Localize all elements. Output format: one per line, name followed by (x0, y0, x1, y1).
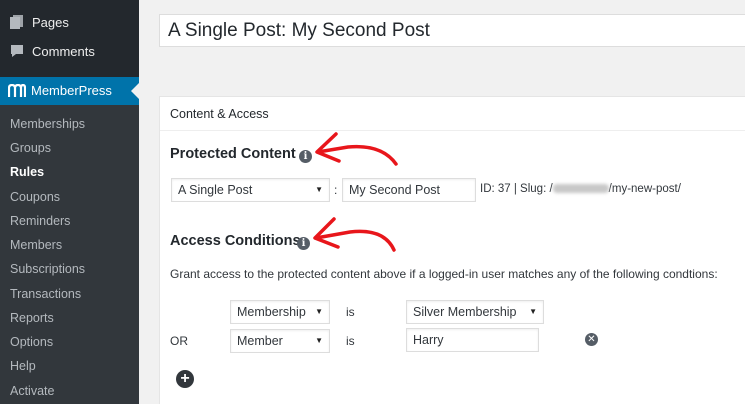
comments-icon (11, 45, 23, 57)
dropdown-arrow-icon: ▼ (315, 307, 323, 316)
select-value: Member (237, 334, 283, 348)
select-value: Silver Membership (413, 305, 517, 319)
submenu-item-activate[interactable]: Activate (10, 384, 54, 398)
separator: : (334, 183, 338, 197)
pages-icon (10, 15, 23, 29)
access-conditions-title: Access Conditions (170, 233, 301, 249)
select-value: A Single Post (178, 183, 253, 197)
sidebar-item-comments[interactable]: Comments (0, 37, 139, 65)
post-id-slug: ID: 37 | Slug: / /my-new-post/ (480, 183, 681, 195)
submenu-item-reminders[interactable]: Reminders (10, 214, 70, 228)
submenu-item-subscriptions[interactable]: Subscriptions (10, 262, 85, 276)
condition-value-select[interactable]: Silver Membership ▼ (406, 300, 544, 324)
admin-sidebar: Pages Comments MemberPress Memberships G… (0, 0, 139, 404)
add-condition-icon[interactable]: + (176, 370, 194, 388)
red-arrow-annotation-icon (313, 217, 396, 252)
post-title-input[interactable]: My Second Post (342, 178, 476, 202)
sidebar-item-pages[interactable]: Pages (0, 8, 139, 36)
condition-type-select[interactable]: Member ▼ (230, 329, 330, 353)
remove-condition-icon[interactable]: ✕ (585, 333, 598, 346)
panel-title: Content & Access (170, 107, 269, 121)
input-value: Harry (413, 333, 444, 347)
submenu-item-members[interactable]: Members (10, 238, 62, 252)
sidebar-item-label: MemberPress (31, 83, 112, 98)
dropdown-arrow-icon: ▼ (315, 336, 323, 345)
sidebar-item-memberpress[interactable]: MemberPress (0, 77, 139, 105)
condition-type-select[interactable]: Membership ▼ (230, 300, 330, 324)
submenu-item-transactions[interactable]: Transactions (10, 287, 81, 301)
condition-operator: is (346, 305, 355, 319)
red-arrow-annotation-icon (315, 132, 398, 166)
memberpress-submenu: Memberships Groups Rules Coupons Reminde… (0, 105, 139, 404)
protected-content-title: Protected Content (170, 146, 296, 162)
submenu-item-rules[interactable]: Rules (10, 165, 44, 179)
sidebar-item-label: Comments (32, 43, 95, 59)
submenu-item-options[interactable]: Options (10, 335, 53, 349)
content-type-select[interactable]: A Single Post ▼ (171, 178, 330, 202)
access-conditions-description: Grant access to the protected content ab… (170, 267, 718, 281)
or-label: OR (170, 334, 188, 348)
condition-value-input[interactable]: Harry (406, 328, 539, 352)
memberpress-logo-icon (8, 84, 26, 97)
blurred-slug-date (552, 184, 609, 194)
slug-suffix: /my-new-post/ (608, 183, 681, 195)
submenu-item-groups[interactable]: Groups (10, 141, 51, 155)
condition-operator: is (346, 334, 355, 348)
input-value: My Second Post (349, 183, 441, 197)
info-icon[interactable]: i (299, 150, 312, 163)
info-icon[interactable]: i (297, 237, 310, 250)
dropdown-arrow-icon: ▼ (315, 185, 323, 194)
id-slug-text: ID: 37 | Slug: / (480, 183, 553, 195)
submenu-item-memberships[interactable]: Memberships (10, 117, 85, 131)
sidebar-item-label: Pages (32, 14, 69, 30)
content-access-panel: Content & Access Protected Content i A S… (159, 96, 745, 404)
dropdown-arrow-icon: ▼ (529, 307, 537, 316)
rule-title-input[interactable]: A Single Post: My Second Post (159, 14, 745, 47)
current-menu-arrow (131, 83, 139, 99)
panel-header: Content & Access (160, 97, 745, 131)
submenu-item-reports[interactable]: Reports (10, 311, 54, 325)
submenu-item-coupons[interactable]: Coupons (10, 190, 60, 204)
submenu-item-help[interactable]: Help (10, 359, 36, 373)
select-value: Membership (237, 305, 306, 319)
